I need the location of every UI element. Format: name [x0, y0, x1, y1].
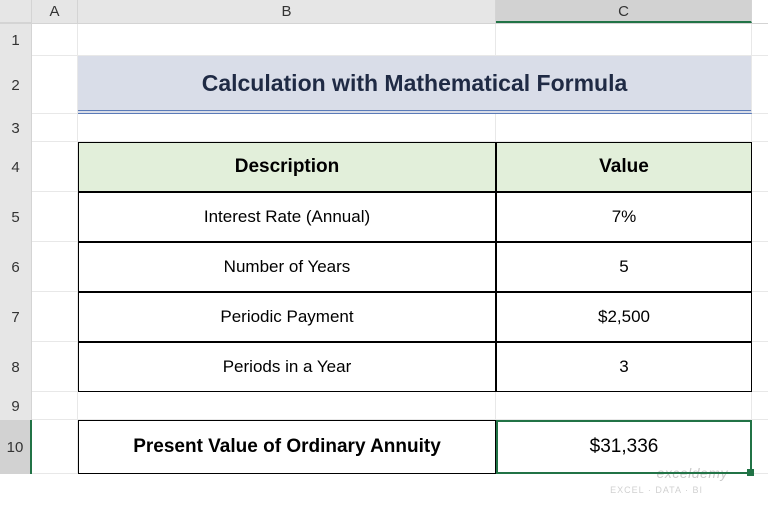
cell-A9[interactable] [32, 392, 78, 420]
cell-A5[interactable] [32, 192, 78, 242]
watermark-main: exceldemy [657, 465, 728, 481]
col-header-A[interactable]: A [32, 0, 78, 23]
row-header-2[interactable]: 2 [0, 56, 32, 114]
desc-periods[interactable]: Periods in a Year [78, 342, 496, 392]
desc-interest-rate[interactable]: Interest Rate (Annual) [78, 192, 496, 242]
val-periods[interactable]: 3 [496, 342, 752, 392]
col-header-C[interactable]: C [496, 0, 752, 23]
cell-C1[interactable] [496, 24, 752, 56]
header-value[interactable]: Value [496, 142, 752, 192]
cell-A4[interactable] [32, 142, 78, 192]
row-2: 2 Calculation with Mathematical Formula [0, 56, 768, 114]
row-header-1[interactable]: 1 [0, 24, 32, 56]
val-interest-rate[interactable]: 7% [496, 192, 752, 242]
column-headers-row: A B C [0, 0, 768, 24]
col-header-B[interactable]: B [78, 0, 496, 23]
row-header-5[interactable]: 5 [0, 192, 32, 242]
cell-C3[interactable] [496, 114, 752, 142]
row-3: 3 [0, 114, 768, 142]
row-header-7[interactable]: 7 [0, 292, 32, 342]
desc-years[interactable]: Number of Years [78, 242, 496, 292]
cell-B9[interactable] [78, 392, 496, 420]
cell-A2[interactable] [32, 56, 78, 114]
select-all-corner[interactable] [0, 0, 32, 23]
row-4: 4 Description Value [0, 142, 768, 192]
cell-A1[interactable] [32, 24, 78, 56]
row-1: 1 [0, 24, 768, 56]
row-7: 7 Periodic Payment $2,500 [0, 292, 768, 342]
val-years[interactable]: 5 [496, 242, 752, 292]
fill-handle[interactable] [747, 469, 754, 476]
header-description[interactable]: Description [78, 142, 496, 192]
cell-A6[interactable] [32, 242, 78, 292]
cell-B3[interactable] [78, 114, 496, 142]
row-5: 5 Interest Rate (Annual) 7% [0, 192, 768, 242]
row-8: 8 Periods in a Year 3 [0, 342, 768, 392]
row-header-6[interactable]: 6 [0, 242, 32, 292]
result-label-cell[interactable]: Present Value of Ordinary Annuity [78, 420, 496, 474]
row-header-4[interactable]: 4 [0, 142, 32, 192]
row-10: 10 Present Value of Ordinary Annuity $31… [0, 420, 768, 474]
cell-C9[interactable] [496, 392, 752, 420]
desc-payment[interactable]: Periodic Payment [78, 292, 496, 342]
row-header-8[interactable]: 8 [0, 342, 32, 392]
row-9: 9 [0, 392, 768, 420]
val-payment[interactable]: $2,500 [496, 292, 752, 342]
title-merged-cell[interactable]: Calculation with Mathematical Formula [78, 56, 752, 114]
cell-A10[interactable] [32, 420, 78, 474]
row-header-9[interactable]: 9 [0, 392, 32, 420]
spreadsheet: A B C 1 2 Calculation with Mathematical … [0, 0, 768, 515]
cell-A3[interactable] [32, 114, 78, 142]
cell-A8[interactable] [32, 342, 78, 392]
cell-A7[interactable] [32, 292, 78, 342]
watermark-sub: EXCEL · DATA · BI [610, 485, 703, 495]
row-header-3[interactable]: 3 [0, 114, 32, 142]
cell-B1[interactable] [78, 24, 496, 56]
row-header-10[interactable]: 10 [0, 420, 32, 474]
row-6: 6 Number of Years 5 [0, 242, 768, 292]
